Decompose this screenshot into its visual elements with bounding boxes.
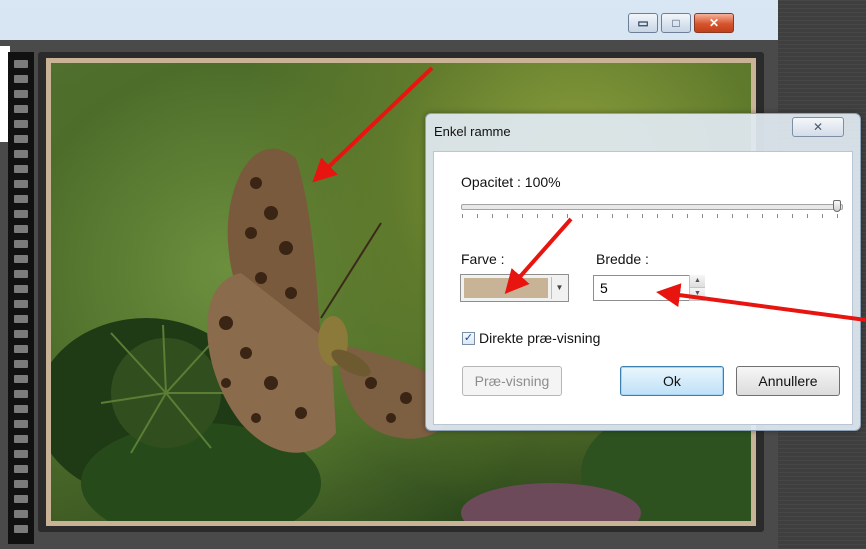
arrow-to-color [504, 217, 573, 294]
arrow-to-width [656, 283, 866, 322]
annotation-arrows [312, 66, 866, 322]
screenshot-root: ▭ □ ✕ Enkel ramme ✕ Opacitet: 100% Farv… [0, 0, 866, 549]
arrow-to-frame [312, 66, 434, 183]
